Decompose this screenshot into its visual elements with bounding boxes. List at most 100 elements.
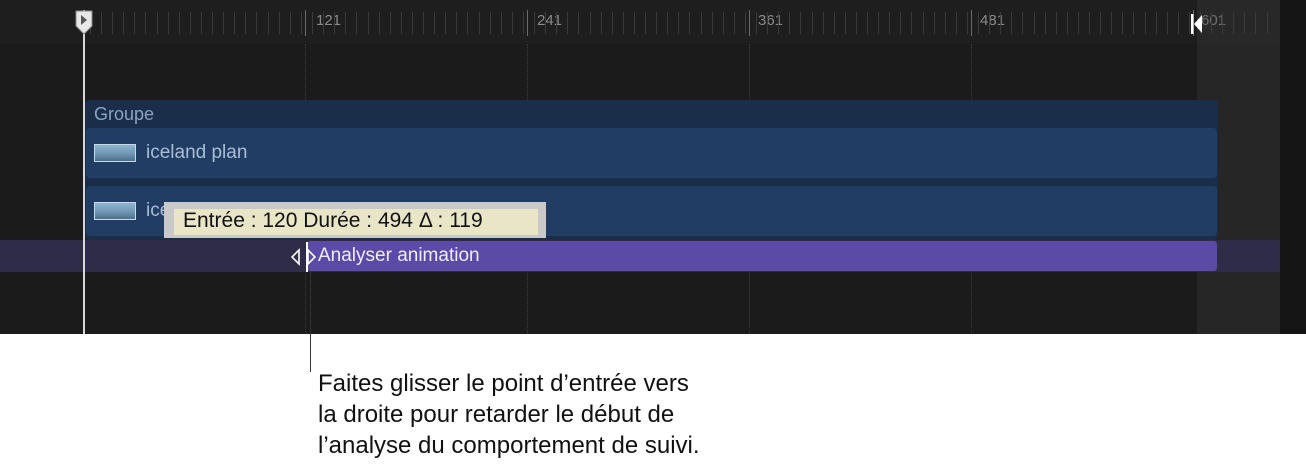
ruler-label: 481 xyxy=(980,12,1006,29)
ruler-tick xyxy=(1011,12,1012,34)
ruler-tick xyxy=(1022,12,1023,34)
clip-iceland-plan-1[interactable]: iceland plan xyxy=(86,128,1217,178)
ruler-tick xyxy=(479,12,480,34)
ruler-tick xyxy=(379,12,380,34)
ruler-tick xyxy=(778,12,779,34)
ruler-tick xyxy=(1100,12,1101,34)
ruler-tick xyxy=(423,12,424,34)
ruler-tick xyxy=(401,12,402,34)
in-point-handle-icon[interactable] xyxy=(289,248,319,266)
ruler-tick xyxy=(1145,12,1146,34)
ruler-major-tick xyxy=(305,10,306,36)
ruler-tick xyxy=(1178,12,1179,34)
ruler-tick xyxy=(1089,12,1090,34)
ruler-tick xyxy=(501,12,502,34)
ruler-tick xyxy=(356,12,357,34)
ruler-tick xyxy=(123,12,124,34)
ruler-tick xyxy=(989,12,990,34)
timing-tooltip-text: Entrée : 120 Durée : 494 Δ : 119 xyxy=(183,209,483,232)
ruler-tick xyxy=(223,12,224,34)
ruler-tick xyxy=(856,12,857,34)
ruler-tick xyxy=(645,12,646,34)
ruler-tick xyxy=(390,12,391,34)
play-range-out-icon[interactable] xyxy=(1190,12,1206,36)
group-label: Groupe xyxy=(94,104,155,124)
ruler-tick xyxy=(268,12,269,34)
behavior-label: Analyser animation xyxy=(318,245,480,266)
ruler-tick xyxy=(756,12,757,34)
ruler-tick xyxy=(101,12,102,34)
ruler-tick xyxy=(434,12,435,34)
ruler-tick xyxy=(467,12,468,34)
ruler-tick xyxy=(1167,12,1168,34)
ruler-tick xyxy=(523,12,524,34)
ruler-tick xyxy=(112,12,113,34)
ruler-tick xyxy=(157,12,158,34)
ruler-tick xyxy=(878,12,879,34)
ruler-tick xyxy=(456,12,457,34)
ruler-tick xyxy=(145,12,146,34)
ruler-tick xyxy=(978,12,979,34)
ruler-tick xyxy=(556,12,557,34)
ruler-tick xyxy=(567,12,568,34)
ruler-tick xyxy=(345,12,346,34)
ruler-tick xyxy=(256,12,257,34)
ruler-tick xyxy=(201,12,202,34)
ruler-tick xyxy=(490,12,491,34)
callout-line: Faites glisser le point d’entrée vers xyxy=(318,370,689,397)
ruler-tick xyxy=(812,12,813,34)
playhead-icon[interactable] xyxy=(74,10,94,36)
ruler-tick xyxy=(323,12,324,34)
ruler-major-tick xyxy=(527,10,528,36)
ruler-tick xyxy=(834,12,835,34)
callout-line: l’analyse du comportement de suivi. xyxy=(318,432,700,459)
ruler-tick xyxy=(934,12,935,34)
clip-thumbnail xyxy=(94,202,136,220)
ruler-tick xyxy=(168,12,169,34)
ruler-tick xyxy=(601,12,602,34)
ruler-tick xyxy=(1067,12,1068,34)
ruler-tick xyxy=(889,12,890,34)
ruler-tick xyxy=(1156,12,1157,34)
ruler-tick xyxy=(911,12,912,34)
ruler-tick xyxy=(701,12,702,34)
ruler-tick xyxy=(512,12,513,34)
ruler-tick xyxy=(179,12,180,34)
ruler-tick xyxy=(1111,12,1112,34)
ruler-tick xyxy=(823,12,824,34)
ruler-tick xyxy=(412,12,413,34)
ruler-tick xyxy=(667,12,668,34)
ruler-tick xyxy=(734,12,735,34)
callout-line: la droite pour retarder le début de xyxy=(318,401,675,428)
ruler-tick xyxy=(534,12,535,34)
ruler-tick xyxy=(712,12,713,34)
ruler-tick xyxy=(867,12,868,34)
ruler-tick xyxy=(656,12,657,34)
timeline-ruler[interactable]: 121 241 361 481 601 xyxy=(0,0,1280,44)
ruler-tick xyxy=(767,12,768,34)
ruler-tick xyxy=(445,12,446,34)
clip-label: iceland plan xyxy=(146,142,248,163)
timeline-panel: 121 241 361 481 601 Groupe iceland plan … xyxy=(0,0,1306,334)
ruler-tick xyxy=(956,12,957,34)
ruler-major-tick xyxy=(749,10,750,36)
ruler-tick xyxy=(1045,12,1046,34)
ruler-tick xyxy=(1133,12,1134,34)
ruler-major-tick xyxy=(971,10,972,36)
ruler-tick xyxy=(967,12,968,34)
ruler-tick xyxy=(1000,12,1001,34)
playhead-line[interactable] xyxy=(83,10,85,334)
ruler-tick xyxy=(745,12,746,34)
ruler-tick xyxy=(301,12,302,34)
ruler-tick xyxy=(234,12,235,34)
in-point-marker[interactable] xyxy=(306,242,308,272)
callout-leader-line xyxy=(310,272,311,372)
ruler-tick xyxy=(245,12,246,34)
ruler-tick xyxy=(590,12,591,34)
ruler-tick xyxy=(134,12,135,34)
ruler-tick xyxy=(1034,12,1035,34)
ruler-tick xyxy=(789,12,790,34)
ruler-tick xyxy=(578,12,579,34)
ruler-label: 241 xyxy=(537,12,563,29)
callout-text: Faites glisser le point d’entrée vers la… xyxy=(318,368,700,461)
